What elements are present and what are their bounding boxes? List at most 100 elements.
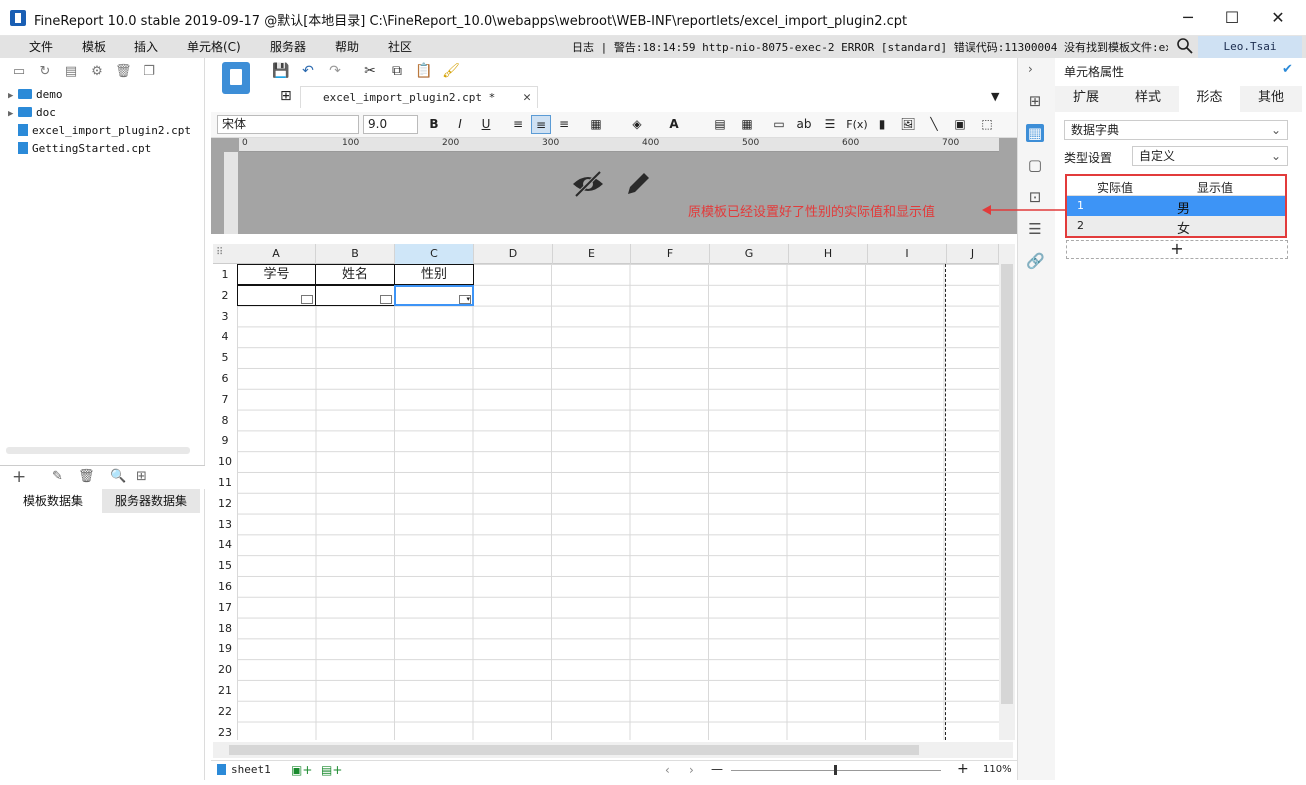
menu-help[interactable]: 帮助 (335, 38, 359, 55)
sheet-tab[interactable]: sheet1 (231, 763, 271, 776)
hide-eye-icon[interactable] (570, 168, 606, 200)
prev-sheet-icon[interactable]: ‹ (665, 763, 670, 777)
row-header[interactable]: 12 (213, 493, 237, 514)
format-painter-icon[interactable]: 🖌 (442, 62, 460, 80)
cell-a1[interactable]: 学号 (237, 264, 316, 285)
tab-menu-icon[interactable]: ▼ (991, 90, 999, 103)
condition-icon[interactable]: ☰ (1026, 220, 1044, 238)
delete-dataset-icon[interactable]: 🗑 (78, 469, 95, 484)
paste-icon[interactable]: 📋 (415, 62, 433, 80)
parameter-icon[interactable]: ⊞ (136, 469, 147, 484)
italic-button[interactable]: I (450, 115, 470, 134)
next-sheet-icon[interactable]: › (689, 763, 694, 777)
tab-template-dataset[interactable]: 模板数据集 (4, 489, 102, 513)
setting-type-select[interactable]: 自定义 ⌄ (1132, 146, 1288, 166)
merge-icon[interactable]: ▤ (710, 115, 730, 134)
chart-icon[interactable]: ▮ (872, 115, 892, 134)
rich-text-icon[interactable]: ☰ (820, 115, 840, 134)
font-size-select[interactable]: 9.0 (363, 115, 418, 134)
font-color-icon[interactable]: A (664, 115, 684, 134)
copy-icon[interactable]: ⧉ (388, 62, 406, 80)
undo-icon[interactable]: ↶ (299, 62, 317, 80)
font-family-select[interactable]: 宋体 (217, 115, 359, 134)
column-header[interactable]: C (395, 244, 474, 264)
cell-c1[interactable]: 性别 (394, 264, 474, 285)
border-icon[interactable]: ▦ (586, 115, 606, 134)
menu-community[interactable]: 社区 (388, 38, 412, 55)
row-header[interactable]: 2 (213, 285, 237, 306)
row-header[interactable]: 13 (213, 514, 237, 535)
row-header[interactable]: 21 (213, 681, 237, 701)
delete-icon[interactable]: 🗑 (115, 64, 132, 80)
column-header[interactable]: D (474, 244, 553, 264)
tab-expand[interactable]: 扩展 (1055, 86, 1117, 112)
display-type-select[interactable]: 数据字典 ⌄ (1064, 120, 1288, 140)
row-header[interactable]: 3 (213, 306, 237, 327)
pencil-icon[interactable] (622, 168, 654, 200)
menu-server[interactable]: 服务器 (270, 38, 306, 55)
add-poly-sheet-icon[interactable]: ▤+ (321, 763, 342, 777)
menu-cell[interactable]: 单元格(C) (187, 38, 241, 55)
row-header[interactable]: 20 (213, 660, 237, 681)
tab-server-dataset[interactable]: 服务器数据集 (102, 489, 200, 513)
formula-icon[interactable]: F(x) (846, 115, 868, 134)
row-header[interactable]: 5 (213, 348, 237, 369)
column-header[interactable]: H (789, 244, 868, 264)
user-account-button[interactable]: Leo.Tsai (1198, 36, 1302, 58)
row-header[interactable]: 22 (213, 701, 237, 722)
row-header[interactable]: 8 (213, 410, 237, 431)
align-left-icon[interactable]: ≡ (508, 115, 528, 134)
cell-property-icon[interactable]: ▦ (1026, 124, 1044, 142)
tab-form[interactable]: 形态 (1179, 86, 1240, 112)
row-header[interactable]: 15 (213, 556, 237, 577)
float-element-icon[interactable]: ▢ (1026, 156, 1044, 174)
unmerge-icon[interactable]: ▦ (737, 115, 757, 134)
refresh-icon[interactable]: ↻ (37, 64, 53, 80)
add-dict-row-button[interactable]: + (1066, 240, 1288, 259)
subreport-icon[interactable]: ▣ (950, 115, 970, 134)
zoom-in-button[interactable]: + (957, 761, 969, 777)
maximize-button[interactable]: ☐ (1220, 6, 1244, 30)
ab-icon[interactable]: ab (794, 115, 814, 134)
column-header[interactable]: A (237, 244, 316, 264)
menu-file[interactable]: 文件 (29, 38, 53, 55)
fill-color-icon[interactable]: ◈ (627, 115, 647, 134)
tree-folder-demo[interactable]: ▶ demo (8, 88, 63, 106)
settings-icon[interactable]: ⚙ (89, 64, 105, 80)
menu-template[interactable]: 模板 (82, 38, 106, 55)
align-right-icon[interactable]: ≡ (554, 115, 574, 134)
new-folder-icon[interactable]: ▭ (11, 64, 27, 80)
column-header[interactable]: J (947, 244, 999, 264)
row-header[interactable]: 9 (213, 431, 237, 452)
image-icon[interactable]: 🖼 (898, 115, 918, 134)
underline-button[interactable]: U (476, 115, 496, 134)
spreadsheet-grid[interactable] (237, 264, 999, 740)
close-window-button[interactable]: ✕ (1266, 6, 1290, 30)
bold-button[interactable]: B (424, 115, 444, 134)
align-center-icon[interactable]: ≡ (531, 115, 551, 134)
row-header[interactable]: 11 (213, 473, 237, 493)
horizontal-scrollbar[interactable] (213, 742, 1013, 758)
tab-other[interactable]: 其他 (1240, 86, 1302, 112)
tree-file-getting-started[interactable]: GettingStarted.cpt (8, 142, 151, 160)
tab-style[interactable]: 样式 (1117, 86, 1179, 112)
border-style-icon[interactable]: ⬚ (977, 115, 997, 134)
cell-element-icon[interactable]: ⊞ (1026, 92, 1044, 110)
preview-icon[interactable]: 🔍 (110, 469, 126, 484)
close-tab-icon[interactable]: ✕ (523, 87, 531, 109)
column-header[interactable]: B (316, 244, 395, 264)
log-message[interactable]: 日志 | 警告:18:14:59 http-nio-8075-exec-2 ER… (572, 39, 1168, 55)
edit-property-icon[interactable]: ✔ (1282, 62, 1293, 77)
collapse-arrow-icon[interactable]: › (1028, 62, 1033, 76)
search-icon[interactable] (1176, 37, 1194, 55)
show-type-icon[interactable]: ▤ (63, 64, 79, 80)
tab-document[interactable]: excel_import_plugin2.cpt * ✕ (300, 86, 538, 108)
slash-icon[interactable]: ╲ (924, 115, 944, 134)
zoom-slider-thumb[interactable] (834, 765, 837, 775)
row-header[interactable]: 19 (213, 639, 237, 660)
select-all-icon[interactable]: ⠿ (216, 247, 223, 258)
cell-a2[interactable] (237, 285, 316, 306)
row-header[interactable]: 17 (213, 597, 237, 618)
column-header[interactable]: E (553, 244, 631, 264)
column-header[interactable]: G (710, 244, 789, 264)
